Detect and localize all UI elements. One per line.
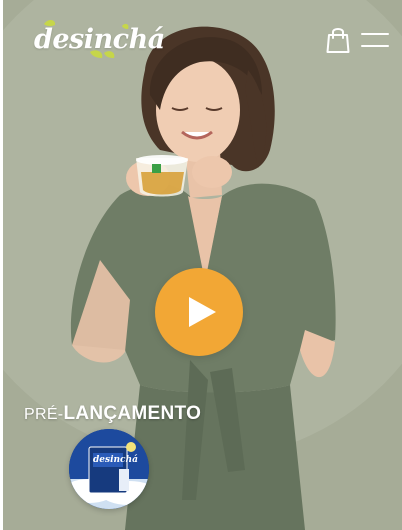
prelaunch-title: LANÇAMENTO [63,403,202,424]
hamburger-menu-icon [361,33,389,35]
shopping-bag-icon [326,28,350,53]
product-thumb-label: desinchá [93,455,138,465]
page-edge [0,0,3,530]
prelaunch-prefix: PRÉ- [24,406,64,423]
logo-text: desinchá [34,24,165,55]
menu-button[interactable] [361,31,389,51]
hamburger-line [361,45,389,47]
play-video-button[interactable] [155,268,243,356]
play-icon [189,297,216,327]
prelaunch-label: PRÉ-LANÇAMENTO [24,403,201,425]
hero-section: desinchá PRÉ-LANÇAMENTO desinchá [0,0,402,530]
product-image [69,429,149,509]
product-thumbnail[interactable]: desinchá [69,429,149,509]
logo[interactable]: desinchá [30,16,165,62]
hero-photo [0,0,402,530]
cart-button[interactable] [325,26,351,54]
